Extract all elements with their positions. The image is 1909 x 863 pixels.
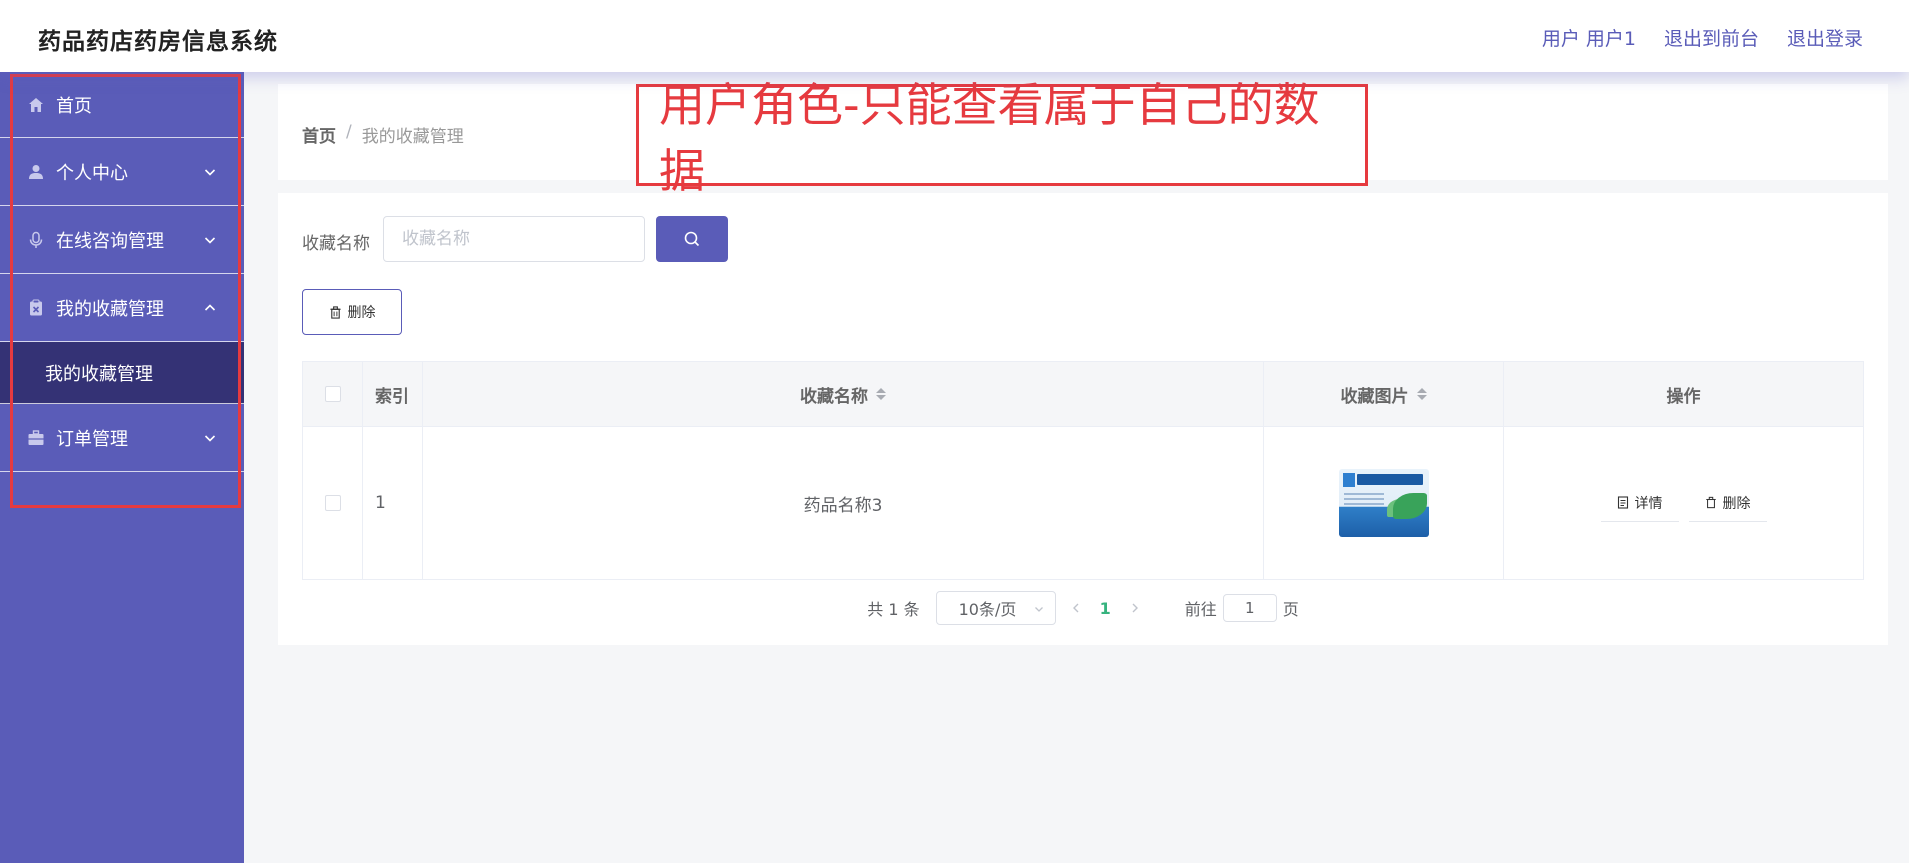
- top-links: 用户 用户1 退出到前台 退出登录: [1542, 24, 1863, 51]
- chevron-right-icon: [1132, 603, 1138, 612]
- sidebar-item-favorites[interactable]: 我的收藏管理: [0, 274, 244, 342]
- top-bar: 药品药店药房信息系统 用户 用户1 退出到前台 退出登录: [0, 0, 1909, 72]
- row-name: 药品名称3: [423, 427, 1264, 579]
- table-row: 1 药品名称3 详情 删除: [303, 427, 1863, 579]
- row-delete-label: 删除: [1722, 495, 1751, 512]
- column-header-label: 操作: [1666, 386, 1701, 407]
- column-header-label: 收藏图片: [1340, 386, 1409, 407]
- sidebar-item-orders[interactable]: 订单管理: [0, 404, 244, 472]
- column-header-index: 索引: [363, 362, 423, 426]
- batch-delete-button[interactable]: 删除: [302, 289, 402, 335]
- column-header-image[interactable]: 收藏图片: [1264, 362, 1504, 426]
- pagination: 共 1 条 10条/页 1 前往 页: [278, 591, 1888, 625]
- sidebar-item-label: 个人中心: [56, 162, 128, 184]
- sort-icon[interactable]: [876, 388, 886, 400]
- sidebar-item-consultation[interactable]: 在线咨询管理: [0, 206, 244, 274]
- page-size-select[interactable]: 10条/页: [935, 591, 1056, 625]
- sidebar-item-label: 订单管理: [56, 428, 128, 450]
- header-checkbox-cell: [303, 362, 363, 426]
- exit-to-front-link[interactable]: 退出到前台: [1664, 24, 1759, 51]
- clipboard-icon: [26, 298, 46, 318]
- content-panel: 收藏名称 删除 索引 收藏名称 收藏图片 操作: [278, 193, 1888, 645]
- search-icon: [684, 231, 700, 247]
- breadcrumb-separator: /: [346, 122, 352, 142]
- sidebar-item-label: 我的收藏管理: [56, 298, 164, 320]
- breadcrumb-current: 我的收藏管理: [361, 127, 464, 147]
- row-image-cell: [1264, 427, 1504, 579]
- next-page-button[interactable]: [1129, 599, 1141, 618]
- briefcase-icon: [26, 428, 46, 448]
- breadcrumb: 首页 / 我的收藏管理: [302, 122, 464, 147]
- chevron-down-icon: [1034, 607, 1043, 612]
- table-header: 索引 收藏名称 收藏图片 操作: [303, 362, 1863, 427]
- app-title: 药品药店药房信息系统: [38, 29, 278, 55]
- column-header-actions: 操作: [1504, 362, 1863, 426]
- trash-icon: [1705, 496, 1716, 509]
- page-number-button[interactable]: 1: [1100, 599, 1111, 618]
- row-index: 1: [363, 427, 423, 579]
- chevron-up-icon: [204, 303, 216, 311]
- annotation-callout: 用户角色-只能查看属于自己的数据: [636, 78, 1368, 198]
- sidebar-item-label: 首页: [56, 95, 92, 117]
- row-actions-cell: 详情 删除: [1504, 427, 1863, 579]
- drug-thumbnail-image[interactable]: [1338, 469, 1429, 537]
- chevron-down-icon: [204, 434, 216, 442]
- sidebar-subitem-my-favorites[interactable]: 我的收藏管理: [0, 342, 244, 404]
- sidebar-item-home[interactable]: 首页: [0, 72, 244, 138]
- search-input[interactable]: [383, 216, 645, 262]
- page-jump-input[interactable]: [1222, 594, 1277, 622]
- user-icon: [26, 162, 46, 182]
- prev-page-button[interactable]: [1070, 599, 1082, 618]
- search-button[interactable]: [656, 216, 728, 262]
- sort-icon[interactable]: [1416, 388, 1427, 400]
- row-checkbox[interactable]: [324, 495, 341, 511]
- page-jump-prefix: 前往: [1184, 600, 1217, 619]
- sidebar-subitem-label: 我的收藏管理: [45, 363, 153, 385]
- page-jump-suffix: 页: [1282, 600, 1299, 619]
- trash-icon: [329, 305, 341, 319]
- search-label: 收藏名称: [302, 234, 370, 254]
- chevron-down-icon: [204, 236, 216, 244]
- chevron-left-icon: [1072, 603, 1079, 612]
- sidebar: 首页 个人中心 在线咨询管理 我的收藏管理 我的收藏管理 订单管理: [0, 72, 244, 863]
- microphone-icon: [26, 230, 46, 250]
- favorites-table: 索引 收藏名称 收藏图片 操作 1 药品名称3 详情 删除: [302, 361, 1864, 580]
- column-header-name[interactable]: 收藏名称: [423, 362, 1264, 426]
- batch-delete-label: 删除: [347, 305, 376, 321]
- column-header-label: 收藏名称: [800, 386, 868, 407]
- column-header-label: 索引: [375, 386, 409, 407]
- sidebar-item-label: 在线咨询管理: [56, 230, 164, 252]
- pagination-total: 共 1 条: [867, 600, 920, 619]
- row-delete-button[interactable]: 删除: [1688, 485, 1767, 522]
- page-jump: 前往 页: [1185, 594, 1299, 622]
- page-size-value: 10条/页: [958, 600, 1017, 619]
- detail-button-label: 详情: [1634, 495, 1663, 512]
- row-checkbox-cell: [303, 427, 363, 579]
- current-user-link[interactable]: 用户 用户1: [1542, 24, 1636, 51]
- home-icon: [26, 95, 46, 115]
- sidebar-item-personal-center[interactable]: 个人中心: [0, 138, 244, 206]
- logout-link[interactable]: 退出登录: [1787, 24, 1863, 51]
- detail-button[interactable]: 详情: [1600, 485, 1679, 522]
- select-all-checkbox[interactable]: [324, 386, 341, 402]
- document-icon: [1617, 496, 1628, 509]
- breadcrumb-home[interactable]: 首页: [302, 122, 336, 147]
- chevron-down-icon: [204, 168, 216, 176]
